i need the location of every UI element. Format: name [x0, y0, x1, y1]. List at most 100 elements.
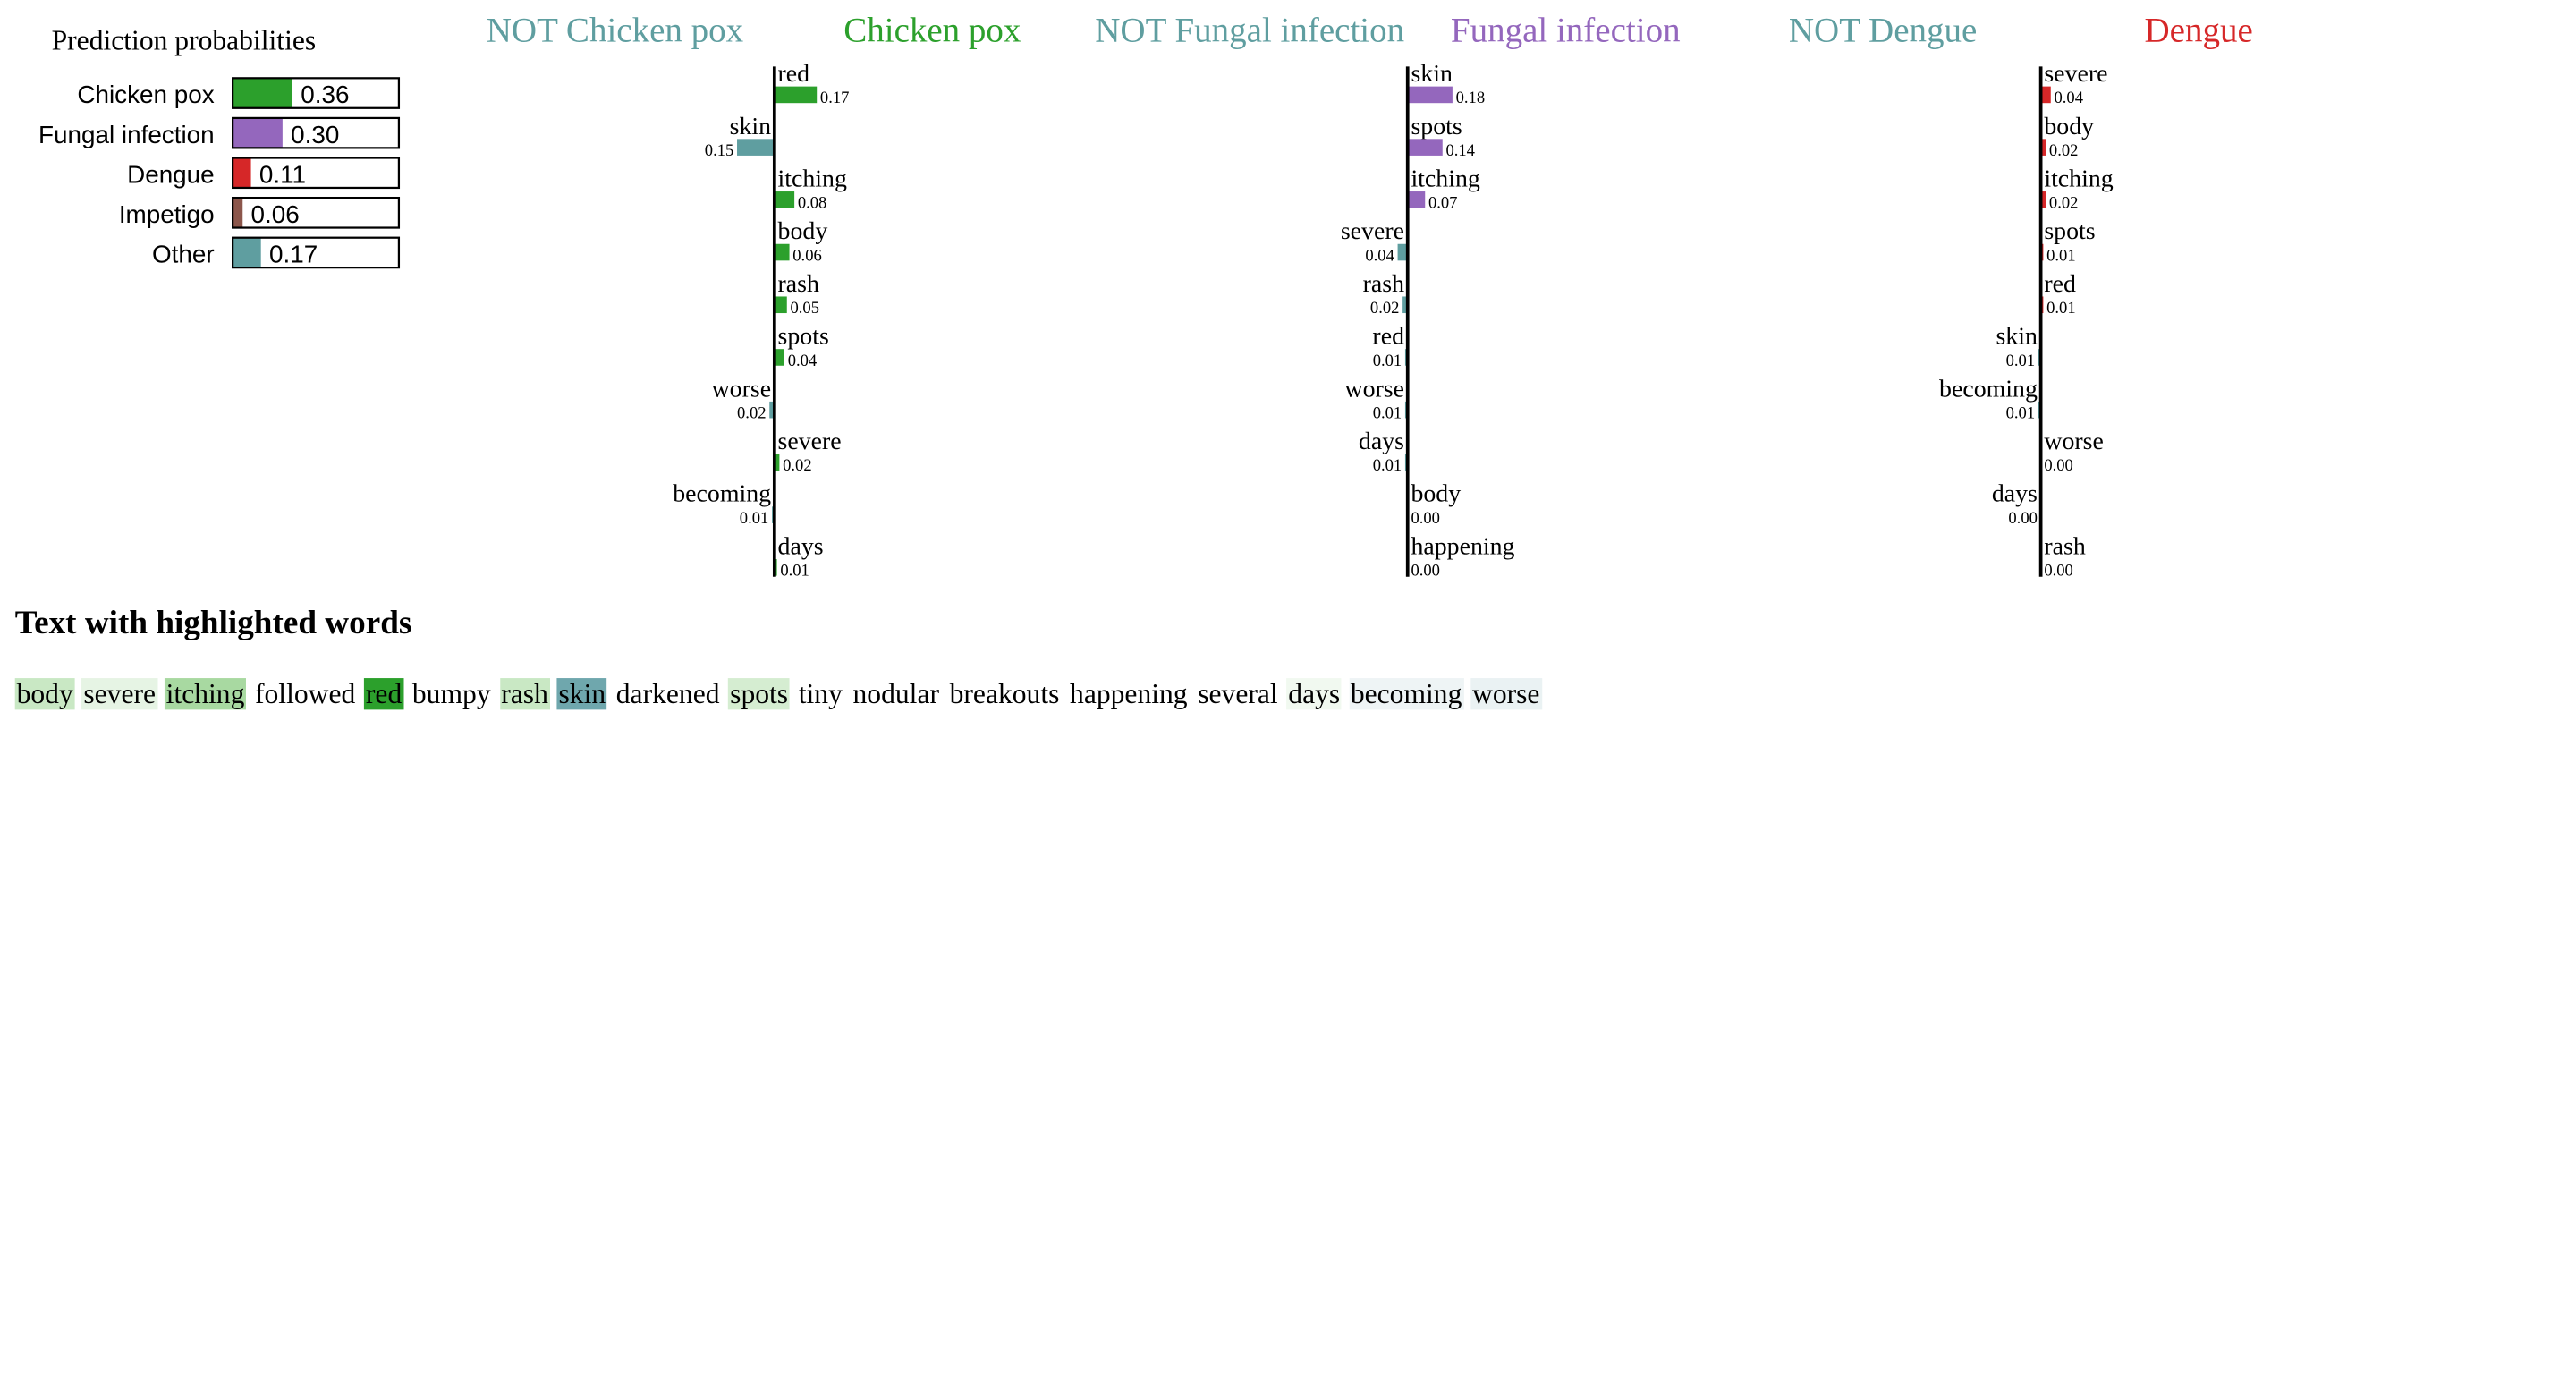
feature-word: skin [1996, 323, 2038, 351]
feature-row: rash 0.00 [2044, 532, 2085, 580]
feature-row: worse0.00 [2044, 428, 2104, 475]
feature-value: 0.01 [2006, 352, 2036, 370]
highlighted-word: spots [728, 678, 790, 710]
feature-row: becoming0.01 [673, 480, 775, 528]
feature-value: 0.02 [737, 403, 767, 422]
highlighted-word: becoming [1348, 678, 1464, 710]
feature-value: 0.01 [1373, 456, 1402, 475]
highlighted-word: breakouts [949, 678, 1060, 710]
feature-word: body [2044, 113, 2094, 140]
feature-row: body0.02 [2040, 113, 2094, 160]
feature-word: red [778, 60, 810, 88]
highlighted-word: itching [164, 678, 247, 710]
feature-bar [774, 243, 790, 261]
highlighted-word: bumpy [411, 678, 491, 710]
highlighted-word: nodular [852, 678, 940, 710]
feature-row: rash0.05 [774, 270, 819, 318]
feature-row: spots0.04 [774, 323, 829, 370]
feature-row: happening 0.00 [1411, 532, 1514, 580]
feature-value: 0.00 [2044, 562, 2073, 581]
feature-word: happening [1411, 532, 1514, 560]
feature-word: skin [1411, 60, 1453, 88]
feature-panel: NOT Chicken pox Chicken pox red 0.17 skin0.1… [487, 11, 1021, 580]
highlighted-text: body severe itching followed red bumpy r… [14, 678, 1542, 711]
highlighted-word: happening [1070, 678, 1188, 710]
feature-value: 0.15 [705, 141, 734, 160]
feature-bar [737, 139, 775, 156]
feature-row: itching 0.08 [774, 165, 847, 213]
feature-bar [774, 191, 795, 208]
feature-value: 0.01 [2046, 246, 2076, 265]
feature-value: 0.01 [2046, 299, 2076, 318]
panel-title-positive: Dengue [2144, 11, 2252, 49]
feature-word: red [2044, 270, 2076, 298]
feature-value: 0.02 [2049, 194, 2079, 213]
feature-word: days [1992, 480, 2038, 508]
feature-row: red0.01 [2040, 270, 2076, 318]
feature-value: 0.18 [1456, 89, 1486, 107]
feature-word: spots [2044, 217, 2095, 245]
feature-row: severe0.02 [774, 428, 842, 475]
feature-word: rash [778, 270, 819, 298]
feature-word: worse [2044, 428, 2104, 455]
feature-row: worse0.01 [1344, 375, 1408, 422]
feature-word: spots [778, 323, 829, 351]
feature-value: 0.01 [740, 509, 769, 528]
highlighted-word: days [1286, 678, 1343, 710]
feature-value: 0.07 [1428, 194, 1458, 213]
feature-word: days [1359, 428, 1404, 455]
feature-word: days [778, 532, 824, 560]
feature-value: 0.01 [1373, 403, 1402, 422]
feature-row: body0.06 [774, 217, 828, 265]
feature-word: skin [730, 113, 772, 140]
feature-bar [774, 86, 818, 104]
feature-value: 0.04 [2054, 89, 2083, 107]
feature-word: body [1411, 480, 1461, 508]
feature-row: rash0.02 [1363, 270, 1408, 318]
feature-row: itching 0.02 [2040, 165, 2114, 213]
feature-value: 0.01 [1373, 352, 1402, 370]
feature-value: 0.04 [1365, 246, 1394, 265]
feature-row: spots0.14 [1407, 113, 1475, 160]
feature-word: itching [1411, 165, 1479, 192]
feature-value: 0.14 [1445, 141, 1475, 160]
feature-word: becoming [673, 480, 771, 508]
feature-row: itching 0.07 [1407, 165, 1480, 213]
highlighted-word: skin [556, 678, 608, 710]
feature-row: becoming0.01 [1939, 375, 2041, 422]
feature-row: skin0.01 [1996, 323, 2041, 370]
feature-value: 0.06 [792, 246, 822, 265]
feature-value: 0.00 [2008, 509, 2038, 528]
feature-word: rash [2044, 532, 2085, 560]
feature-value: 0.04 [788, 352, 818, 370]
feature-row: red 0.17 [774, 60, 850, 107]
highlighted-word: rash [499, 678, 550, 710]
feature-word: worse [1344, 375, 1404, 403]
feature-value: 0.00 [1411, 562, 1440, 581]
feature-value: 0.02 [783, 456, 812, 475]
feature-value: 0.00 [2044, 456, 2073, 475]
feature-row: skin0.18 [1407, 60, 1486, 107]
feature-row: skin0.15 [705, 113, 775, 160]
feature-value: 0.01 [780, 562, 809, 581]
feature-bar [1407, 139, 1443, 156]
feature-value: 0.01 [2006, 403, 2036, 422]
feature-word: spots [1411, 113, 1462, 140]
feature-word: body [778, 217, 828, 245]
feature-value: 0.02 [2049, 141, 2079, 160]
feature-row: severe0.04 [2040, 60, 2107, 107]
highlighted-word: severe [81, 678, 157, 710]
feature-row: days0.01 [1359, 428, 1408, 475]
panel-title-positive: Fungal infection [1451, 11, 1681, 49]
feature-word: becoming [1939, 375, 2038, 403]
feature-value: 0.17 [820, 89, 850, 107]
highlighted-word: worse [1470, 678, 1542, 710]
panel-title-positive: Chicken pox [843, 11, 1021, 49]
feature-bar [1407, 86, 1453, 104]
feature-row: spots0.01 [2040, 217, 2096, 265]
highlighted-word: followed [254, 678, 356, 710]
highlighted-word: several [1198, 678, 1278, 710]
feature-panel: NOT Fungal infection Fungal infection skin… [1095, 11, 1680, 580]
feature-row: days 0.01 [774, 532, 824, 581]
feature-value: 0.08 [798, 194, 827, 213]
